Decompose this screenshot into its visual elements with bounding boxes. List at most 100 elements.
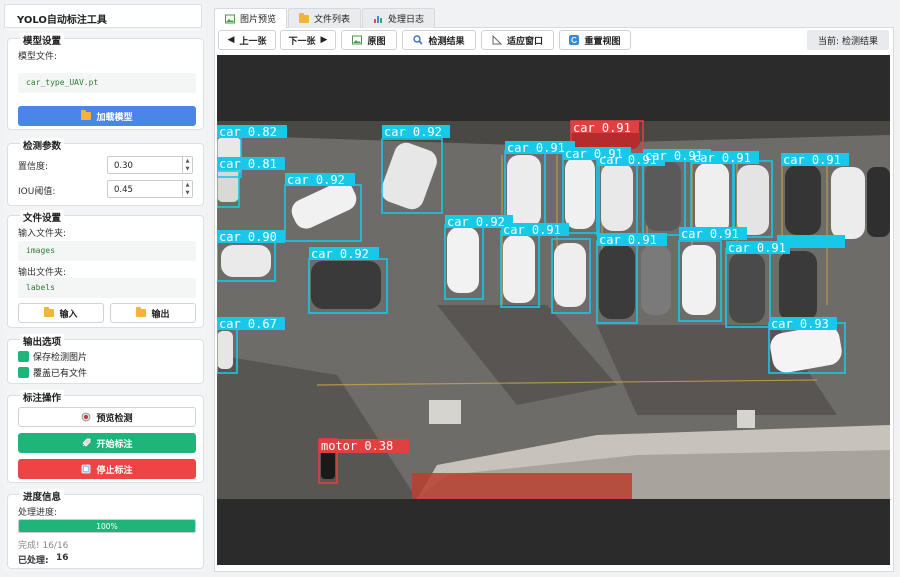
tab-process-log[interactable]: 处理日志	[362, 8, 436, 28]
group-title: 模型设置	[20, 33, 65, 47]
record-icon	[82, 412, 91, 422]
output-folder-label: 输出文件夹:	[18, 268, 67, 278]
model-settings-group: 模型设置 模型文件: car_type_UAV.pt 加载模型	[7, 33, 204, 130]
output-button-label: 输出	[151, 309, 170, 320]
group-title: 检测参数	[20, 138, 65, 152]
conf-value: 0.30	[114, 161, 133, 171]
input-folder-button[interactable]: 输入	[18, 303, 104, 323]
file-settings-group: 文件设置 输入文件夹: images 输出文件夹: labels 输入 输出	[7, 210, 204, 328]
tab-bar: 图片预览 文件列表 处理日志	[214, 8, 436, 28]
image-icon	[225, 14, 235, 23]
arrow-right-icon: ▶	[320, 35, 328, 45]
preview-detect-button[interactable]: 预览检测	[18, 407, 196, 427]
rocket-icon	[82, 438, 91, 447]
output-folder-button[interactable]: 输出	[110, 303, 196, 323]
iou-spinbox[interactable]: 0.45 ▲ ▼	[107, 180, 193, 198]
folder-icon	[136, 307, 147, 317]
tab-label: 处理日志	[388, 15, 425, 25]
original-image-button[interactable]: 原图	[341, 30, 397, 50]
detect-label: 检测结果	[428, 36, 465, 47]
iou-value: 0.45	[114, 185, 133, 195]
progress-label: 处理进度:	[18, 508, 58, 518]
tab-label: 文件列表	[314, 15, 351, 25]
detection-label: motor 0.38	[321, 439, 393, 453]
model-file-field[interactable]: car_type_UAV.pt	[18, 73, 196, 93]
detection-result-button[interactable]: 检测结果	[402, 30, 476, 50]
start-label: 开始标注	[96, 439, 133, 450]
model-file-label: 模型文件:	[18, 52, 58, 62]
start-annotate-button[interactable]: 开始标注	[18, 433, 196, 453]
stop-icon	[82, 464, 91, 474]
detection-label: car 0.92	[287, 173, 345, 187]
detection-label: car 0.91	[503, 223, 561, 237]
detection-label: car 0.82	[219, 125, 277, 139]
spin-arrows-icon[interactable]: ▲ ▼	[182, 181, 192, 197]
overwrite-label: 覆盖已有文件	[33, 369, 88, 379]
detection-params-group: 检测参数 置信度: 0.30 ▲ ▼ IOU阈值: 0.45 ▲ ▼	[7, 138, 204, 206]
detection-label: car 0.92	[447, 215, 505, 229]
stop-annotate-button[interactable]: 停止标注	[18, 459, 196, 479]
reset-view-button[interactable]: 重置视图	[559, 30, 631, 50]
original-label: 原图	[367, 36, 386, 47]
save-images-label: 保存检测图片	[33, 353, 88, 363]
detection-label: car 0.91	[693, 151, 751, 165]
prev-image-button[interactable]: ◀ 上一张	[218, 30, 276, 50]
overwrite-checkbox[interactable]: 覆盖已有文件	[18, 366, 87, 379]
group-title: 标注操作	[20, 390, 65, 404]
progress-group: 进度信息 处理进度: 100% 完成! 16/16 已处理: 16	[7, 489, 204, 569]
next-image-button[interactable]: 下一张 ▶	[280, 30, 336, 50]
load-model-button[interactable]: 加载模型	[18, 106, 196, 126]
input-folder-label: 输入文件夹:	[18, 229, 67, 239]
detection-label: car 0.91	[728, 241, 786, 255]
tab-label: 图片预览	[240, 15, 277, 25]
stop-label: 停止标注	[96, 465, 133, 476]
output-options-group: 输出选项 保存检测图片 覆盖已有文件	[7, 334, 204, 384]
next-label: 下一张	[288, 36, 316, 47]
save-images-checkbox[interactable]: 保存检测图片	[18, 350, 87, 363]
prev-label: 上一张	[239, 36, 267, 47]
image-viewer[interactable]: car 0.82 car 0.81 car 0.92 car 0.92 car …	[217, 55, 890, 565]
reset-label: 重置视图	[584, 36, 621, 47]
detection-label: car 0.91	[573, 121, 631, 135]
conf-spinbox[interactable]: 0.30 ▲ ▼	[107, 156, 193, 174]
fit-window-button[interactable]: 适应窗口	[481, 30, 554, 50]
image-icon	[352, 35, 363, 45]
ruler-icon	[492, 35, 502, 45]
tab-file-list[interactable]: 文件列表	[288, 8, 362, 28]
annotation-actions-group: 标注操作 预览检测 开始标注 停止标注	[7, 390, 204, 483]
preview-label: 预览检测	[96, 413, 133, 424]
detection-image: car 0.82 car 0.81 car 0.92 car 0.92 car …	[217, 55, 890, 565]
checkbox-checked-icon	[18, 351, 29, 362]
detection-label: car 0.91	[783, 153, 841, 167]
detection-label: car 0.92	[311, 247, 369, 261]
folder-icon	[44, 307, 55, 317]
progress-percent: 100%	[96, 522, 118, 531]
input-button-label: 输入	[59, 309, 78, 320]
spin-arrows-icon[interactable]: ▲ ▼	[182, 157, 192, 173]
fit-label: 适应窗口	[506, 36, 543, 47]
processed-value: 16	[56, 553, 69, 563]
chart-icon	[374, 15, 383, 23]
conf-label: 置信度:	[18, 162, 49, 172]
tab-image-preview[interactable]: 图片预览	[214, 8, 288, 28]
group-title: 文件设置	[20, 210, 65, 224]
detection-label: car 0.81	[219, 157, 277, 171]
load-model-label: 加载模型	[96, 112, 133, 123]
progress-bar: 100%	[18, 519, 196, 533]
detection-label: car 0.91	[599, 233, 657, 247]
detection-label: car 0.91	[507, 141, 565, 155]
folder-icon	[299, 12, 310, 23]
refresh-icon	[569, 35, 580, 45]
group-title: 进度信息	[20, 489, 65, 503]
progress-done-text: 完成! 16/16	[18, 541, 69, 551]
checkbox-checked-icon	[18, 367, 29, 378]
folder-icon	[81, 110, 92, 120]
output-folder-field[interactable]: labels	[18, 278, 196, 298]
group-title: 输出选项	[20, 334, 65, 348]
iou-label: IOU阈值:	[18, 187, 56, 197]
current-view-status: 当前: 检测结果	[807, 30, 889, 50]
app-title: YOLO自动标注工具	[4, 4, 202, 28]
input-folder-field[interactable]: images	[18, 241, 196, 261]
detection-label: car 0.91	[681, 227, 739, 241]
magnifier-icon	[413, 35, 424, 45]
